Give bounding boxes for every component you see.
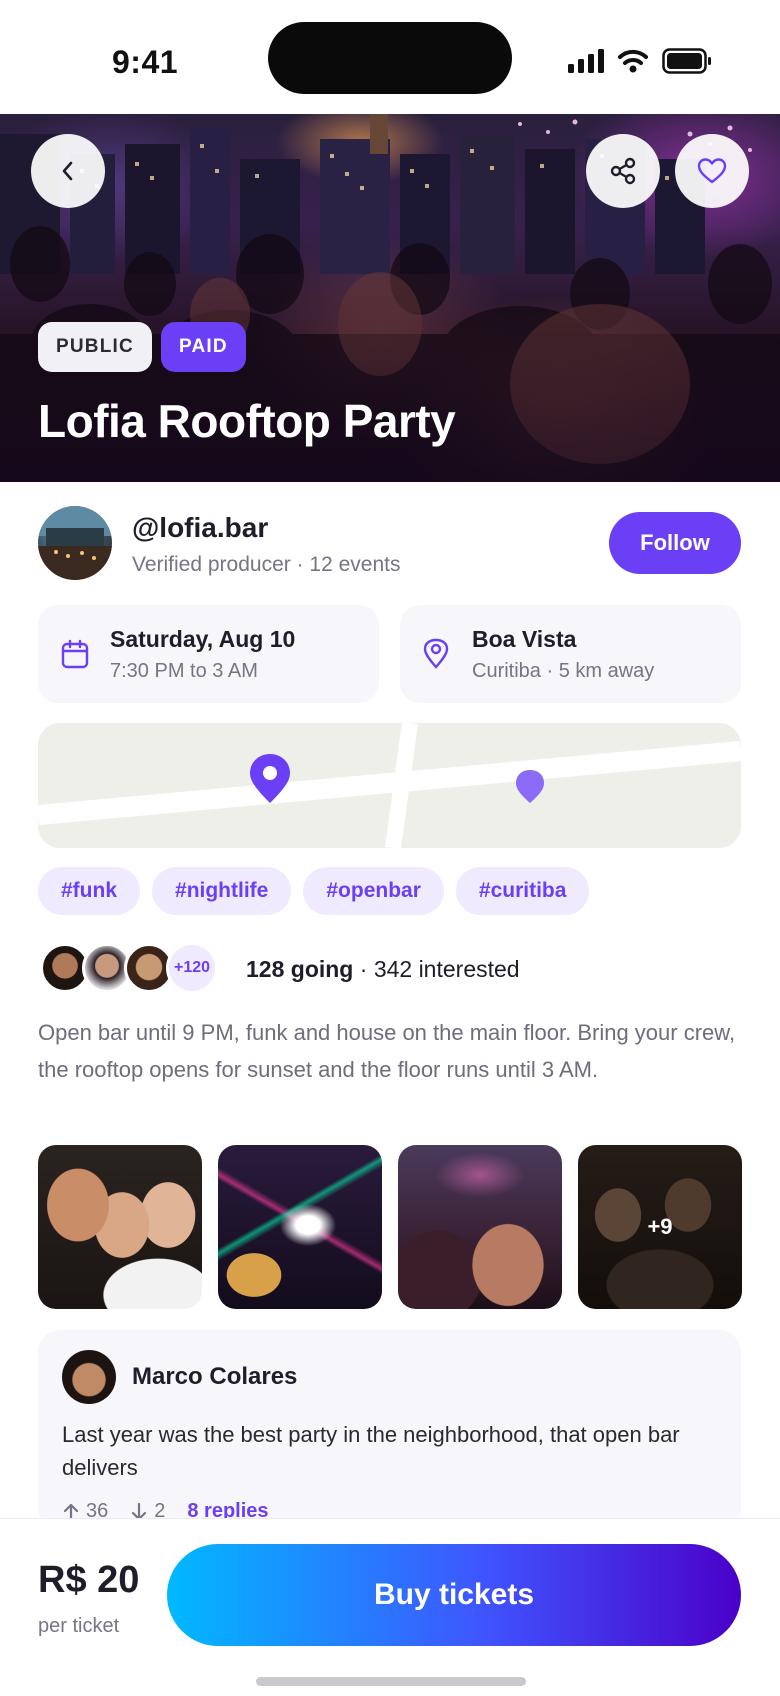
tag-chip[interactable]: #openbar	[303, 867, 444, 915]
map-graphic	[38, 723, 741, 848]
ticket-price: R$ 20	[38, 1559, 140, 1601]
buy-tickets-button[interactable]: Buy tickets	[167, 1544, 741, 1646]
dynamic-island	[268, 22, 512, 94]
heart-icon	[697, 158, 727, 184]
event-time: 7:30 PM to 3 AM	[110, 660, 258, 682]
attendee-more-count: +120	[166, 942, 218, 994]
attendance-summary: 128 going · 342 interested	[246, 956, 520, 983]
follow-button[interactable]: Follow	[609, 512, 741, 574]
date-card[interactable]: Saturday, Aug 10 7:30 PM to 3 AM	[38, 605, 379, 703]
favorite-button[interactable]	[675, 134, 749, 208]
tag-chip[interactable]: #nightlife	[152, 867, 292, 915]
share-button[interactable]	[586, 134, 660, 208]
gallery-more-count: +9	[578, 1145, 742, 1309]
separator-dot: ·	[359, 956, 374, 982]
price-unit: per ticket	[38, 1615, 120, 1637]
photo-gallery: +9	[38, 1145, 742, 1309]
share-icon	[610, 157, 636, 185]
status-time: 9:41	[112, 44, 179, 80]
venue-name: Boa Vista	[472, 626, 577, 652]
gallery-photo[interactable]	[218, 1145, 382, 1309]
home-indicator	[256, 1677, 526, 1686]
gallery-photo[interactable]	[38, 1145, 202, 1309]
checkout-bar: R$ 20 per ticket Buy tickets	[0, 1518, 780, 1696]
price-type-badge: PAID	[161, 322, 246, 372]
producer-meta: Verified producer · 12 events	[132, 553, 401, 576]
status-icons	[568, 48, 712, 74]
gallery-photo[interactable]	[398, 1145, 562, 1309]
visibility-badge: PUBLIC	[38, 322, 152, 372]
interested-count: 342 interested	[373, 956, 520, 982]
comment-author[interactable]: Marco Colares	[132, 1363, 297, 1391]
producer-handle[interactable]: @lofia.bar	[132, 512, 268, 544]
location-card[interactable]: Boa Vista Curitiba · 5 km away	[400, 605, 741, 703]
event-description: Open bar until 9 PM, funk and house on t…	[38, 1020, 736, 1082]
chevron-left-icon	[62, 161, 73, 181]
tag-chip[interactable]: #curitiba	[455, 867, 590, 915]
calendar-icon	[61, 639, 89, 669]
tag-list: #funk #nightlife #openbar #curitiba	[38, 867, 590, 915]
gallery-photo-more[interactable]: +9	[578, 1145, 742, 1309]
comment-card: Marco Colares Last year was the best par…	[38, 1330, 741, 1530]
comment-text: Last year was the best party in the neig…	[62, 1422, 680, 1480]
map-pin-icon	[423, 638, 449, 669]
event-date: Saturday, Aug 10	[110, 626, 296, 652]
event-title: Lofia Rooftop Party	[38, 395, 456, 447]
location-map[interactable]	[38, 723, 741, 848]
comment-avatar[interactable]	[62, 1350, 116, 1404]
battery-icon	[662, 48, 711, 74]
signal-icon	[568, 49, 604, 73]
producer-avatar[interactable]	[38, 506, 112, 580]
venue-location: Curitiba · 5 km away	[472, 660, 655, 682]
attendee-avatars[interactable]: +120	[40, 942, 218, 994]
wifi-icon	[618, 49, 648, 73]
back-button[interactable]	[31, 134, 105, 208]
producer-avatar-image	[38, 506, 112, 580]
status-bar: 9:41	[0, 0, 780, 114]
tag-chip[interactable]: #funk	[38, 867, 141, 915]
going-count: 128 going	[246, 956, 354, 982]
